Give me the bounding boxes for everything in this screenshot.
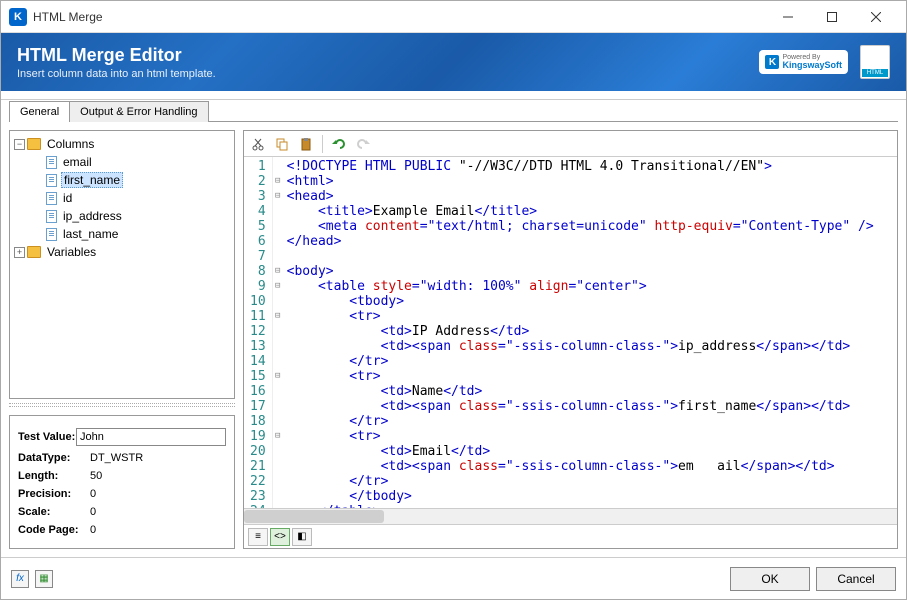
- length-value: 50: [90, 470, 226, 482]
- test-value-input[interactable]: [76, 428, 226, 446]
- codepage-value: 0: [90, 524, 226, 536]
- scale-label: Scale:: [18, 506, 90, 518]
- tree-panel[interactable]: −Columns email first_name id ip_address …: [9, 130, 235, 399]
- column-icon: [46, 210, 57, 223]
- html-doc-icon: [860, 45, 890, 79]
- code-editor: 1234567891011121314151617181920212223242…: [243, 130, 898, 549]
- tree-item-email[interactable]: email: [14, 153, 230, 171]
- code-text[interactable]: <!DOCTYPE HTML PUBLIC "-//W3C//DTD HTML …: [283, 157, 897, 508]
- window-title: HTML Merge: [33, 10, 766, 24]
- app-icon: K: [9, 8, 27, 26]
- maximize-button[interactable]: [810, 2, 854, 32]
- close-button[interactable]: [854, 2, 898, 32]
- scale-value: 0: [90, 506, 226, 518]
- undo-button[interactable]: [329, 134, 349, 154]
- tree-item-id[interactable]: id: [14, 189, 230, 207]
- length-label: Length:: [18, 470, 90, 482]
- expand-icon[interactable]: +: [14, 247, 25, 258]
- cut-button[interactable]: [248, 134, 268, 154]
- fold-column[interactable]: ⊟⊟⊟⊟⊟⊟⊟: [273, 157, 283, 508]
- kingswaysoft-logo: K Powered ByKingswaySoft: [759, 50, 848, 74]
- tree-node-variables[interactable]: +Variables: [14, 243, 230, 261]
- banner-subtitle: Insert column data into an html template…: [17, 68, 759, 80]
- tree-item-last-name[interactable]: last_name: [14, 225, 230, 243]
- ok-button[interactable]: OK: [730, 567, 810, 591]
- copy-button[interactable]: [272, 134, 292, 154]
- tree-node-columns[interactable]: −Columns: [14, 135, 230, 153]
- precision-value: 0: [90, 488, 226, 500]
- test-value-label: Test Value:: [18, 431, 76, 443]
- fx-button[interactable]: fx: [11, 570, 29, 588]
- app-window: K HTML Merge HTML Merge Editor Insert co…: [0, 0, 907, 600]
- folder-icon: [27, 138, 41, 150]
- redo-button[interactable]: [353, 134, 373, 154]
- tabs: General Output & Error Handling: [1, 99, 906, 121]
- scrollbar-thumb[interactable]: [244, 510, 384, 523]
- editor-bottom-bar: ≡ <> ◧: [244, 524, 897, 548]
- paste-button[interactable]: [296, 134, 316, 154]
- datatype-value: DT_WSTR: [90, 452, 226, 464]
- grid-button[interactable]: ▦: [35, 570, 53, 588]
- column-icon: [46, 156, 57, 169]
- tab-general[interactable]: General: [9, 101, 70, 122]
- folder-icon: [27, 246, 41, 258]
- view-code-button[interactable]: <>: [270, 528, 290, 546]
- collapse-icon[interactable]: −: [14, 139, 25, 150]
- titlebar: K HTML Merge: [1, 1, 906, 33]
- view-preview-button[interactable]: ◧: [292, 528, 312, 546]
- tree-item-ip-address[interactable]: ip_address: [14, 207, 230, 225]
- properties-panel: Test Value: DataType:DT_WSTR Length:50 P…: [9, 415, 235, 549]
- banner: HTML Merge Editor Insert column data int…: [1, 33, 906, 91]
- precision-label: Precision:: [18, 488, 90, 500]
- code-area[interactable]: 1234567891011121314151617181920212223242…: [244, 157, 897, 508]
- editor-toolbar: [244, 131, 897, 157]
- datatype-label: DataType:: [18, 452, 90, 464]
- tree-item-first-name[interactable]: first_name: [14, 171, 230, 189]
- codepage-label: Code Page:: [18, 524, 90, 536]
- banner-title: HTML Merge Editor: [17, 45, 759, 66]
- horizontal-scrollbar[interactable]: [244, 508, 897, 524]
- splitter[interactable]: [9, 403, 235, 407]
- view-text-button[interactable]: ≡: [248, 528, 268, 546]
- tab-output-error[interactable]: Output & Error Handling: [69, 101, 208, 122]
- column-icon: [46, 192, 57, 205]
- minimize-button[interactable]: [766, 2, 810, 32]
- dialog-footer: fx ▦ OK Cancel: [1, 557, 906, 599]
- cancel-button[interactable]: Cancel: [816, 567, 896, 591]
- column-icon: [46, 228, 57, 241]
- line-gutter: 1234567891011121314151617181920212223242…: [244, 157, 273, 508]
- column-icon: [46, 174, 57, 187]
